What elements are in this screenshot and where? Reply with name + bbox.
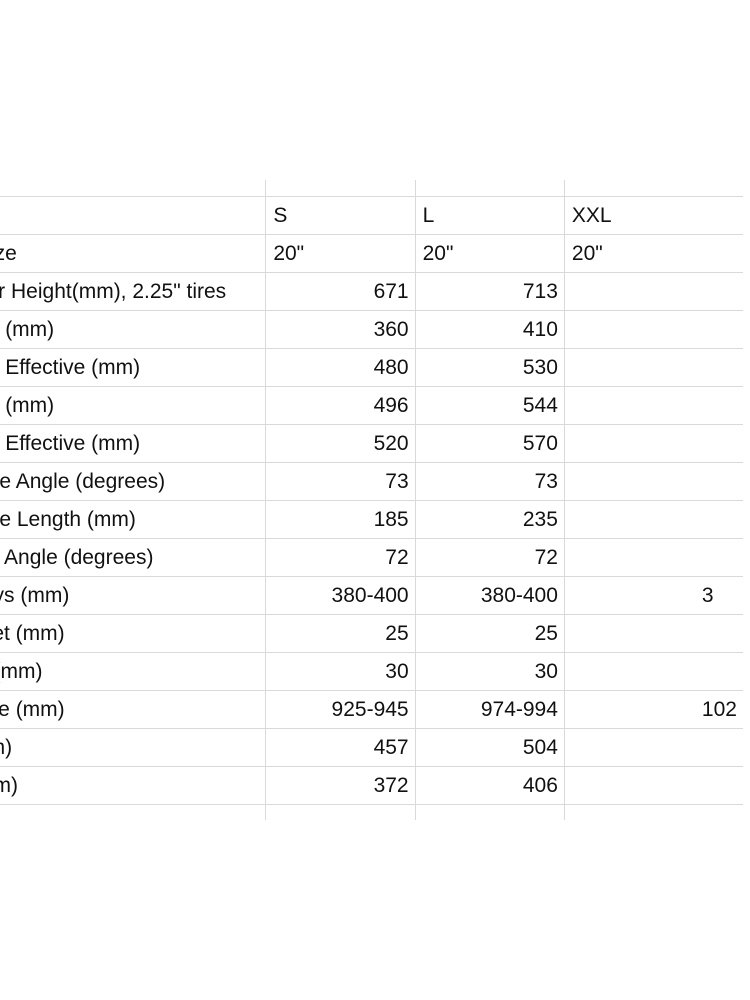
row-label[interactable]: e (mm) <box>0 651 266 690</box>
cell-s[interactable]: 380-400 <box>265 575 416 614</box>
table-cell[interactable] <box>0 195 266 234</box>
table-row: ase (mm) 925-945 974-994 102 <box>0 689 743 728</box>
row-label[interactable]: Size <box>0 233 266 272</box>
cell-xxl[interactable]: 3 <box>563 575 743 614</box>
table-row: Size 20" 20" 20" <box>0 233 743 272</box>
cell-s[interactable]: 20" <box>265 233 416 272</box>
cell-xxl[interactable] <box>563 271 743 310</box>
cell-xxl[interactable] <box>563 461 743 500</box>
cell-l[interactable]: 713 <box>414 271 565 310</box>
cell-l[interactable]: 73 <box>414 461 565 500</box>
table-cell[interactable] <box>0 803 266 820</box>
row-label[interactable]: be (mm) <box>0 309 266 348</box>
row-label[interactable]: ver Height(mm), 2.25" tires <box>0 271 266 310</box>
cell-l[interactable]: 570 <box>414 423 565 462</box>
cell-xxl[interactable] <box>563 347 743 386</box>
table-row <box>0 180 743 196</box>
cell-xxl[interactable] <box>563 499 743 538</box>
table-row: be (mm) 360 410 <box>0 309 743 348</box>
row-label[interactable]: fset (mm) <box>0 613 266 652</box>
cell-l[interactable]: 72 <box>414 537 565 576</box>
table-cell[interactable] <box>563 803 743 820</box>
cell-l[interactable]: 410 <box>414 309 565 348</box>
cell-xxl[interactable] <box>563 537 743 576</box>
header-row: S L XXL <box>0 195 743 234</box>
cell-xxl[interactable] <box>563 727 743 766</box>
table-row: e (mm) 30 30 <box>0 651 743 690</box>
row-label[interactable]: tays (mm) <box>0 575 266 614</box>
table-cell[interactable] <box>0 180 266 196</box>
cell-l[interactable]: 974-994 <box>414 689 565 728</box>
cell-s[interactable]: 25 <box>265 613 416 652</box>
cell-l[interactable]: 504 <box>414 727 565 766</box>
cell-xxl[interactable] <box>563 385 743 424</box>
row-label[interactable]: nm) <box>0 727 266 766</box>
cell-xxl[interactable] <box>563 309 743 348</box>
table-row: ube Angle (degrees) 73 73 <box>0 461 743 500</box>
cell-s[interactable]: 30 <box>265 651 416 690</box>
table-row <box>0 803 743 820</box>
row-label[interactable]: be Effective (mm) <box>0 347 266 386</box>
table-row: tays (mm) 380-400 380-400 3 <box>0 575 743 614</box>
column-header-s[interactable]: S <box>265 195 416 234</box>
cell-l[interactable]: 530 <box>414 347 565 386</box>
cell-l[interactable]: 544 <box>414 385 565 424</box>
cell-l[interactable]: 235 <box>414 499 565 538</box>
row-label[interactable]: ube Angle (degrees) <box>0 461 266 500</box>
row-label[interactable]: ase (mm) <box>0 689 266 728</box>
cell-s[interactable]: 72 <box>265 537 416 576</box>
cell-xxl[interactable] <box>563 765 743 804</box>
table-row: be (mm) 496 544 <box>0 385 743 424</box>
table-row: ver Height(mm), 2.25" tires 671 713 <box>0 271 743 310</box>
column-header-xxl[interactable]: XXL <box>563 195 743 234</box>
table-row: ube Length (mm) 185 235 <box>0 499 743 538</box>
table-row: nm) 457 504 <box>0 727 743 766</box>
table-row: be Angle (degrees) 72 72 <box>0 537 743 576</box>
cell-s[interactable]: 73 <box>265 461 416 500</box>
cell-l[interactable]: 25 <box>414 613 565 652</box>
cell-s[interactable]: 496 <box>265 385 416 424</box>
cell-xxl[interactable] <box>563 423 743 462</box>
column-header-l[interactable]: L <box>414 195 565 234</box>
cell-l[interactable]: 380-400 <box>414 575 565 614</box>
table-cell[interactable] <box>414 803 565 820</box>
cell-xxl[interactable]: 20" <box>563 233 743 272</box>
row-label[interactable]: be (mm) <box>0 385 266 424</box>
row-label[interactable]: ube Length (mm) <box>0 499 266 538</box>
cell-s[interactable]: 925-945 <box>265 689 416 728</box>
table-cell[interactable] <box>414 180 565 196</box>
cell-s[interactable]: 520 <box>265 423 416 462</box>
table-row: fset (mm) 25 25 <box>0 613 743 652</box>
cell-s[interactable]: 185 <box>265 499 416 538</box>
cell-s[interactable]: 457 <box>265 727 416 766</box>
cell-l[interactable]: 20" <box>414 233 565 272</box>
cell-s[interactable]: 372 <box>265 765 416 804</box>
cell-l[interactable]: 30 <box>414 651 565 690</box>
table-cell[interactable] <box>265 180 416 196</box>
cell-xxl[interactable]: 102 <box>563 689 743 728</box>
spreadsheet-view: S L XXL Size 20" 20" 20" ver Height(mm),… <box>0 0 750 1000</box>
cell-l[interactable]: 406 <box>414 765 565 804</box>
row-label[interactable]: be Angle (degrees) <box>0 537 266 576</box>
table-row: mm) 372 406 <box>0 765 743 804</box>
cell-s[interactable]: 671 <box>265 271 416 310</box>
table-cell[interactable] <box>265 803 416 820</box>
table-row: be Effective (mm) 520 570 <box>0 423 743 462</box>
cell-xxl[interactable] <box>563 613 743 652</box>
table-cell[interactable] <box>563 180 743 196</box>
row-label[interactable]: mm) <box>0 765 266 804</box>
cell-s[interactable]: 360 <box>265 309 416 348</box>
table-row: be Effective (mm) 480 530 <box>0 347 743 386</box>
cell-xxl[interactable] <box>563 651 743 690</box>
cell-s[interactable]: 480 <box>265 347 416 386</box>
row-label[interactable]: be Effective (mm) <box>0 423 266 462</box>
geometry-table: S L XXL Size 20" 20" 20" ver Height(mm),… <box>0 180 743 820</box>
